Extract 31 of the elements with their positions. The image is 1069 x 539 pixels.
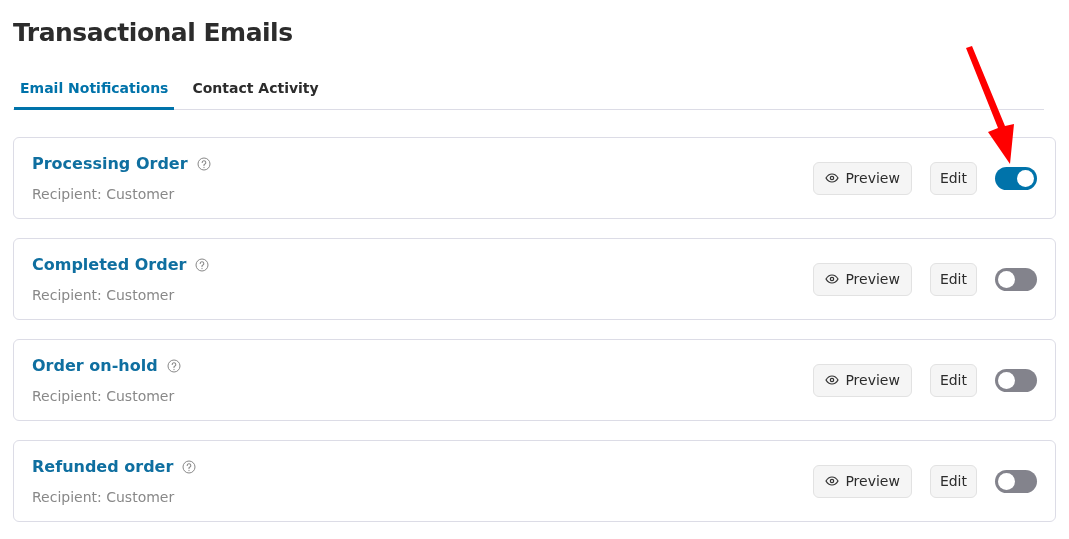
eye-icon [825, 476, 840, 486]
recipient-text: Recipient: Customer [32, 285, 175, 305]
edit-button[interactable]: Edit [929, 363, 977, 397]
edit-button[interactable]: Edit [929, 161, 977, 195]
preview-button[interactable]: Preview [813, 464, 912, 498]
email-name[interactable]: Completed Order [32, 252, 187, 277]
help-icon[interactable] [166, 358, 181, 373]
preview-button[interactable]: Preview [813, 161, 912, 195]
edit-button[interactable]: Edit [929, 262, 977, 296]
help-icon[interactable] [195, 257, 210, 272]
page-title: Transactional Emails [13, 17, 293, 49]
email-name[interactable]: Processing Order [32, 151, 188, 176]
eye-icon [825, 375, 840, 385]
preview-button[interactable]: Preview [813, 363, 912, 397]
email-name[interactable]: Order on-hold [32, 353, 158, 378]
help-icon[interactable] [182, 459, 197, 474]
edit-button[interactable]: Edit [929, 464, 977, 498]
toggle-switch[interactable] [995, 166, 1037, 190]
help-icon[interactable] [196, 156, 211, 171]
preview-button[interactable]: Preview [813, 262, 912, 296]
toggle-switch[interactable] [995, 267, 1037, 291]
recipient-text: Recipient: Customer [32, 386, 175, 406]
tab[interactable]: Email Notifications [14, 78, 175, 110]
eye-icon [825, 274, 840, 284]
toggle-switch[interactable] [995, 368, 1037, 392]
email-name[interactable]: Refunded order [32, 454, 174, 479]
toggle-switch[interactable] [995, 469, 1037, 493]
eye-icon [825, 173, 840, 183]
tab[interactable]: Contact Activity [186, 78, 325, 110]
recipient-text: Recipient: Customer [32, 184, 175, 204]
recipient-text: Recipient: Customer [32, 487, 175, 507]
